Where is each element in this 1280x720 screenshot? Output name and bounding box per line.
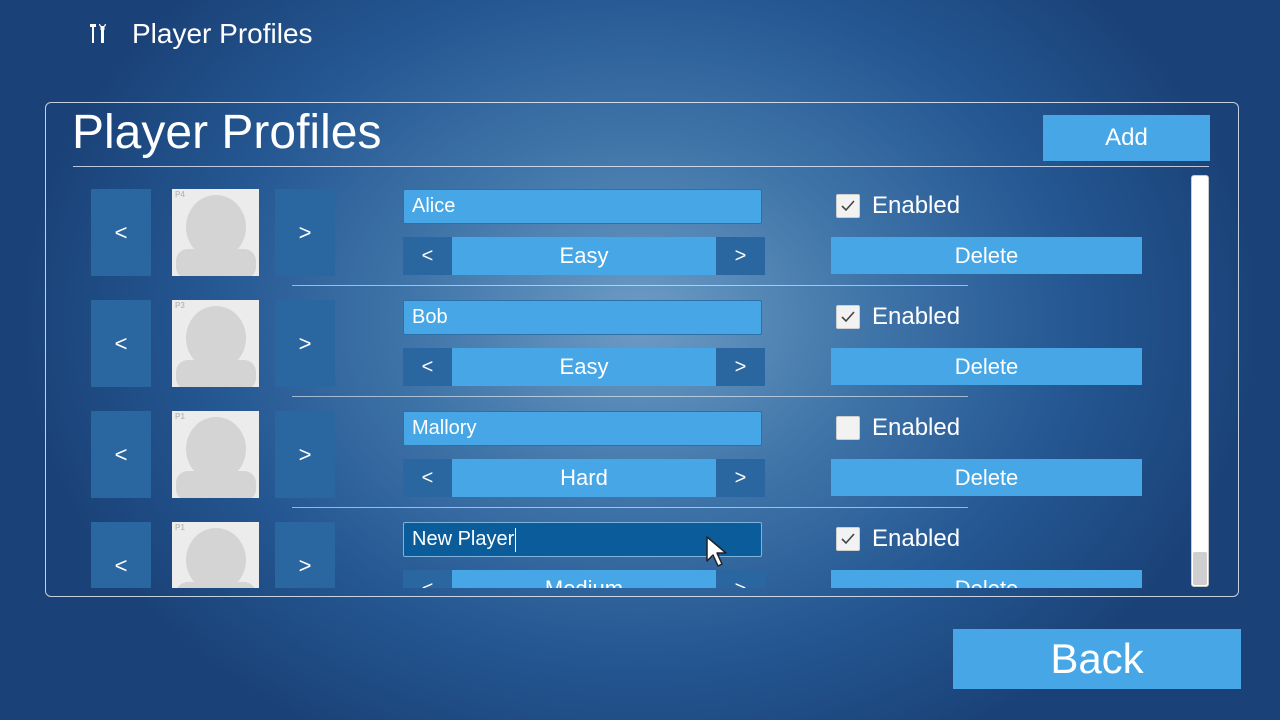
avatar-prev-button[interactable]: < — [91, 300, 151, 387]
checkmark-icon — [841, 533, 855, 545]
person-silhouette-icon — [176, 195, 256, 276]
delete-button[interactable]: Delete — [831, 570, 1142, 588]
enabled-checkbox[interactable] — [836, 305, 860, 329]
enabled-label: Enabled — [872, 414, 961, 441]
avatar: P3 — [172, 300, 259, 387]
checkmark-icon — [841, 311, 855, 323]
avatar-prev-button[interactable]: < — [91, 189, 151, 276]
difficulty-selector: < Easy > — [403, 348, 765, 386]
divider — [73, 166, 1209, 167]
enabled-label: Enabled — [872, 303, 961, 330]
difficulty-value: Medium — [452, 570, 716, 588]
enabled-label: Enabled — [872, 525, 961, 552]
avatar-next-button[interactable]: > — [275, 522, 335, 588]
difficulty-prev-button[interactable]: < — [403, 237, 452, 275]
difficulty-next-button[interactable]: > — [716, 459, 765, 497]
enabled-toggle[interactable]: Enabled — [836, 413, 960, 443]
difficulty-next-button[interactable]: > — [716, 570, 765, 588]
profile-row: < P4 > Alice < Easy > Enabled Delete — [46, 175, 1196, 286]
panel-title: Player Profiles — [72, 106, 382, 159]
difficulty-prev-button[interactable]: < — [403, 570, 452, 588]
back-button[interactable]: Back — [953, 629, 1241, 689]
difficulty-next-button[interactable]: > — [716, 237, 765, 275]
difficulty-value: Easy — [452, 237, 716, 275]
profile-row: < P1 > Mallory < Hard > Enabled Delete — [46, 397, 1196, 508]
difficulty-prev-button[interactable]: < — [403, 459, 452, 497]
difficulty-selector: < Easy > — [403, 237, 765, 275]
person-silhouette-icon — [176, 417, 256, 498]
name-field[interactable]: Alice — [403, 189, 762, 224]
delete-button[interactable]: Delete — [831, 348, 1142, 385]
name-field-text: New Player — [412, 528, 515, 550]
difficulty-selector: < Hard > — [403, 459, 765, 497]
difficulty-value: Hard — [452, 459, 716, 497]
difficulty-next-button[interactable]: > — [716, 348, 765, 386]
mouse-cursor-icon — [706, 536, 727, 567]
checkmark-icon — [841, 200, 855, 212]
enabled-toggle[interactable]: Enabled — [836, 524, 960, 554]
difficulty-prev-button[interactable]: < — [403, 348, 452, 386]
enabled-label: Enabled — [872, 192, 961, 219]
tools-icon — [90, 24, 106, 43]
enabled-toggle[interactable]: Enabled — [836, 302, 960, 332]
difficulty-selector: < Medium > — [403, 570, 765, 588]
difficulty-value: Easy — [452, 348, 716, 386]
name-field[interactable]: Bob — [403, 300, 762, 335]
enabled-checkbox[interactable] — [836, 527, 860, 551]
vertical-scrollbar[interactable] — [1191, 175, 1209, 587]
avatar: P1 — [172, 411, 259, 498]
name-field[interactable]: Mallory — [403, 411, 762, 446]
profile-list[interactable]: < P4 > Alice < Easy > Enabled Delete < P… — [46, 175, 1196, 588]
profile-row: < P1 > New Player < Medium > Enabled Del… — [46, 508, 1196, 588]
person-silhouette-icon — [177, 528, 255, 588]
avatar-next-button[interactable]: > — [275, 189, 335, 276]
text-caret — [515, 527, 517, 552]
avatar-prev-button[interactable]: < — [91, 522, 151, 588]
delete-button[interactable]: Delete — [831, 459, 1142, 496]
avatar-next-button[interactable]: > — [275, 300, 335, 387]
add-button[interactable]: Add — [1043, 115, 1210, 161]
title-bar: Player Profiles — [86, 14, 313, 54]
person-silhouette-icon — [176, 306, 256, 387]
delete-button[interactable]: Delete — [831, 237, 1142, 274]
profile-row: < P3 > Bob < Easy > Enabled Delete — [46, 286, 1196, 397]
profiles-panel: Player Profiles Add < P4 > Alice < Easy … — [45, 102, 1239, 597]
avatar: P1 — [172, 522, 259, 588]
avatar: P4 — [172, 189, 259, 276]
enabled-checkbox[interactable] — [836, 416, 860, 440]
scrollbar-thumb[interactable] — [1193, 552, 1207, 585]
enabled-toggle[interactable]: Enabled — [836, 191, 960, 221]
enabled-checkbox[interactable] — [836, 194, 860, 218]
avatar-next-button[interactable]: > — [275, 411, 335, 498]
window-title: Player Profiles — [132, 18, 313, 49]
avatar-prev-button[interactable]: < — [91, 411, 151, 498]
